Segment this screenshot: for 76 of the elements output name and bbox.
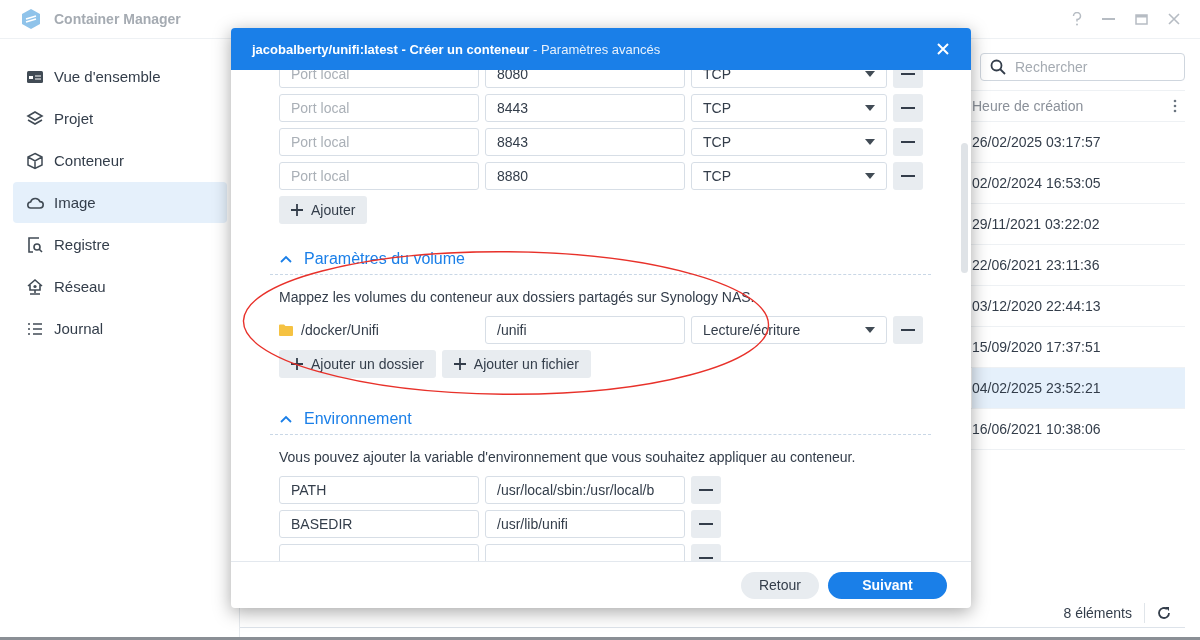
table-row[interactable]: 16/06/2021 10:38:06	[972, 409, 1185, 449]
add-button[interactable]: Ajouter un fichier	[441, 350, 591, 378]
minus-icon	[901, 141, 915, 143]
search-field[interactable]: Rechercher	[980, 52, 1185, 81]
input-field[interactable]: 8080	[485, 70, 685, 88]
scrollbar[interactable]	[961, 143, 968, 273]
chevron-up-icon	[280, 415, 292, 423]
add-button[interactable]: Ajouter un dossier	[279, 350, 436, 378]
input-field[interactable]: Port local	[279, 162, 479, 190]
remove-button[interactable]	[893, 128, 923, 156]
input-field[interactable]: /unifi	[485, 316, 685, 344]
layers-icon	[26, 109, 44, 128]
sidebar-item[interactable]: Image	[13, 182, 227, 223]
search-icon	[990, 58, 1006, 75]
minus-icon	[699, 489, 713, 491]
minus-icon	[901, 73, 915, 75]
minus-icon	[901, 107, 915, 109]
minus-icon	[699, 523, 713, 525]
caret-icon	[865, 105, 875, 111]
sidebar-item[interactable]: Réseau	[13, 266, 227, 307]
house-icon	[26, 277, 44, 296]
chevron-up-icon	[280, 255, 292, 263]
table-row[interactable]: 03/12/2020 22:44:13	[972, 286, 1185, 326]
item-count: 8 éléments	[1063, 605, 1132, 621]
back-button[interactable]: Retour	[740, 571, 819, 599]
minus-icon	[699, 557, 713, 559]
remove-button[interactable]	[893, 94, 923, 122]
sidebar-item[interactable]: Journal	[13, 308, 227, 349]
plus-icon	[291, 358, 303, 370]
remove-button[interactable]	[893, 162, 923, 190]
dropdown[interactable]: TCP	[691, 70, 887, 88]
refresh-icon[interactable]	[1157, 606, 1171, 620]
next-button[interactable]: Suivant	[828, 571, 947, 599]
remove-button[interactable]	[893, 316, 923, 344]
folder-icon	[279, 324, 293, 336]
window-title: Container Manager	[54, 11, 181, 27]
sidebar-item[interactable]: Vue d'ensemble	[13, 56, 227, 97]
document-search-icon	[26, 235, 44, 254]
dialog-title: jacobalberty/unifi:latest - Créer un conteneur - Paramètres avancés	[252, 41, 661, 57]
input-field[interactable]: Port local	[279, 94, 479, 122]
remove-button[interactable]	[691, 476, 721, 504]
input-field[interactable]: PATH	[279, 476, 479, 504]
sidebar-item[interactable]: Conteneur	[13, 140, 227, 181]
input-field[interactable]: 8843	[485, 128, 685, 156]
caret-icon	[865, 327, 875, 333]
table-row[interactable]: 22/06/2021 23:11:36	[972, 245, 1185, 285]
folder-path: /docker/Unifi	[301, 322, 379, 338]
table-row[interactable]: 15/09/2020 17:37:51	[972, 327, 1185, 367]
input-field[interactable]: Port local	[279, 128, 479, 156]
caret-icon	[865, 139, 875, 145]
more-icon[interactable]	[1173, 99, 1177, 113]
table-row[interactable]: 26/02/2025 03:17:57	[972, 122, 1185, 162]
caret-icon	[865, 173, 875, 179]
section-header[interactable]: Environnement	[270, 410, 931, 435]
dropdown[interactable]: TCP	[691, 162, 887, 190]
sidebar-item[interactable]: Registre	[13, 224, 227, 265]
input-field[interactable]: BASEDIR	[279, 510, 479, 538]
sidebar-item[interactable]: Projet	[13, 98, 227, 139]
dropdown[interactable]: TCP	[691, 128, 887, 156]
description-text: Vous pouvez ajouter la variable d'environnement que vous souhaitez appliquer au conteneur.	[279, 449, 857, 465]
app-logo-icon	[20, 8, 42, 30]
input-field[interactable]: 8880	[485, 162, 685, 190]
table-row[interactable]: 04/02/2025 23:52:21	[972, 368, 1185, 408]
minus-icon	[901, 175, 915, 177]
cube-icon	[26, 151, 44, 170]
plus-icon	[291, 204, 303, 216]
minus-icon	[901, 329, 915, 331]
add-button[interactable]: Ajouter	[279, 196, 368, 224]
table-row[interactable]: 02/02/2024 16:53:05	[972, 163, 1185, 203]
plus-icon	[453, 358, 466, 370]
input-field[interactable]: /usr/lib/unifi	[485, 510, 685, 538]
dropdown[interactable]: TCP	[691, 94, 887, 122]
remove-button[interactable]	[691, 510, 721, 538]
table-row[interactable]: 29/11/2021 03:22:02	[972, 204, 1185, 244]
input-field[interactable]: 8443	[485, 94, 685, 122]
input-field[interactable]: /usr/local/sbin:/usr/local/b	[485, 476, 685, 504]
